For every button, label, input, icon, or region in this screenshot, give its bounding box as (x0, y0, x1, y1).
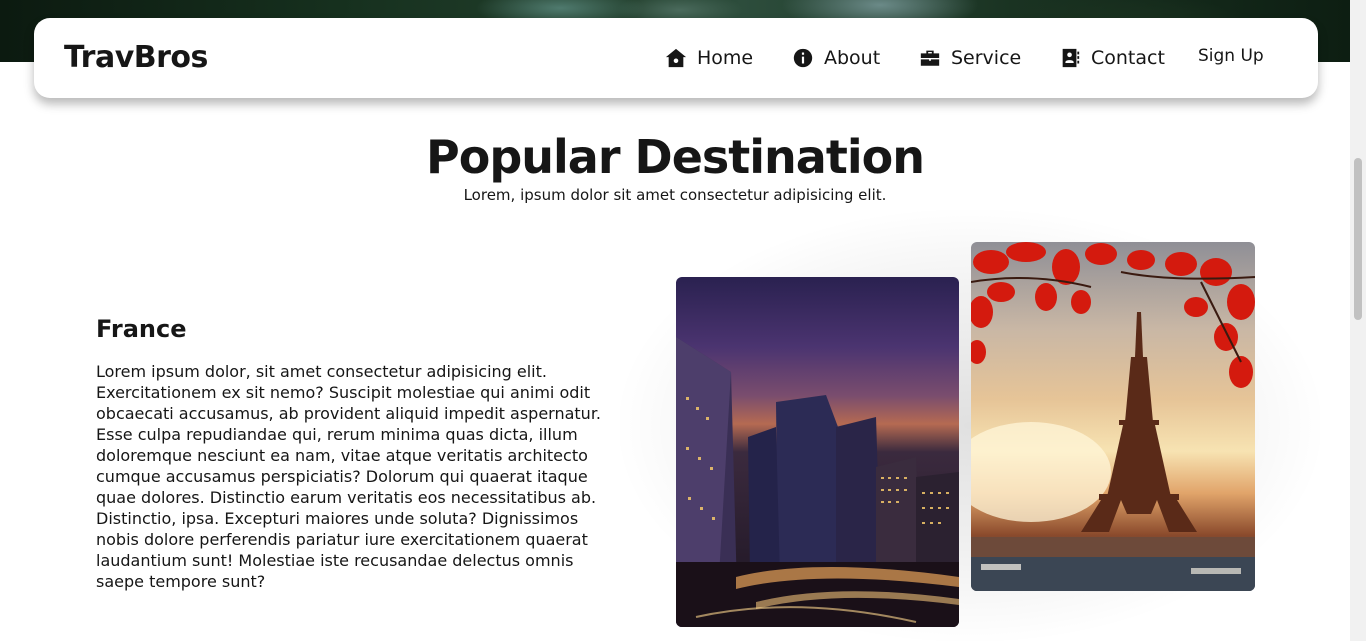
eiffel-tower-photo (971, 242, 1255, 591)
briefcase-icon (920, 50, 940, 66)
brand-logo[interactable]: TravBros (64, 40, 208, 75)
section-title: Popular Destination (426, 130, 925, 184)
contact-book-icon (1062, 48, 1080, 68)
scrollbar-thumb[interactable] (1354, 158, 1362, 320)
navbar: TravBros Home About Service Contact Sign… (34, 18, 1318, 98)
nav-item-service[interactable]: Service (919, 46, 1021, 70)
nav-item-home[interactable]: Home (665, 46, 753, 70)
nav-item-about[interactable]: About (792, 46, 880, 70)
home-icon (665, 48, 687, 68)
info-icon (793, 48, 813, 68)
city-skyline-photo (676, 277, 959, 627)
destination-description: Lorem ipsum dolor, sit amet consectetur … (96, 362, 602, 591)
nav-item-label: Contact (1091, 47, 1165, 69)
nav-item-contact[interactable]: Contact (1059, 46, 1165, 70)
nav-item-label: Home (697, 47, 754, 69)
section-subtitle: Lorem, ipsum dolor sit amet consectetur … (463, 186, 887, 204)
destination-heading: France (96, 315, 187, 343)
nav-item-label: About (824, 47, 881, 69)
nav-item-label: Service (951, 47, 1022, 69)
page-scrollbar[interactable] (1350, 0, 1366, 641)
signup-button[interactable]: Sign Up (1198, 46, 1264, 66)
